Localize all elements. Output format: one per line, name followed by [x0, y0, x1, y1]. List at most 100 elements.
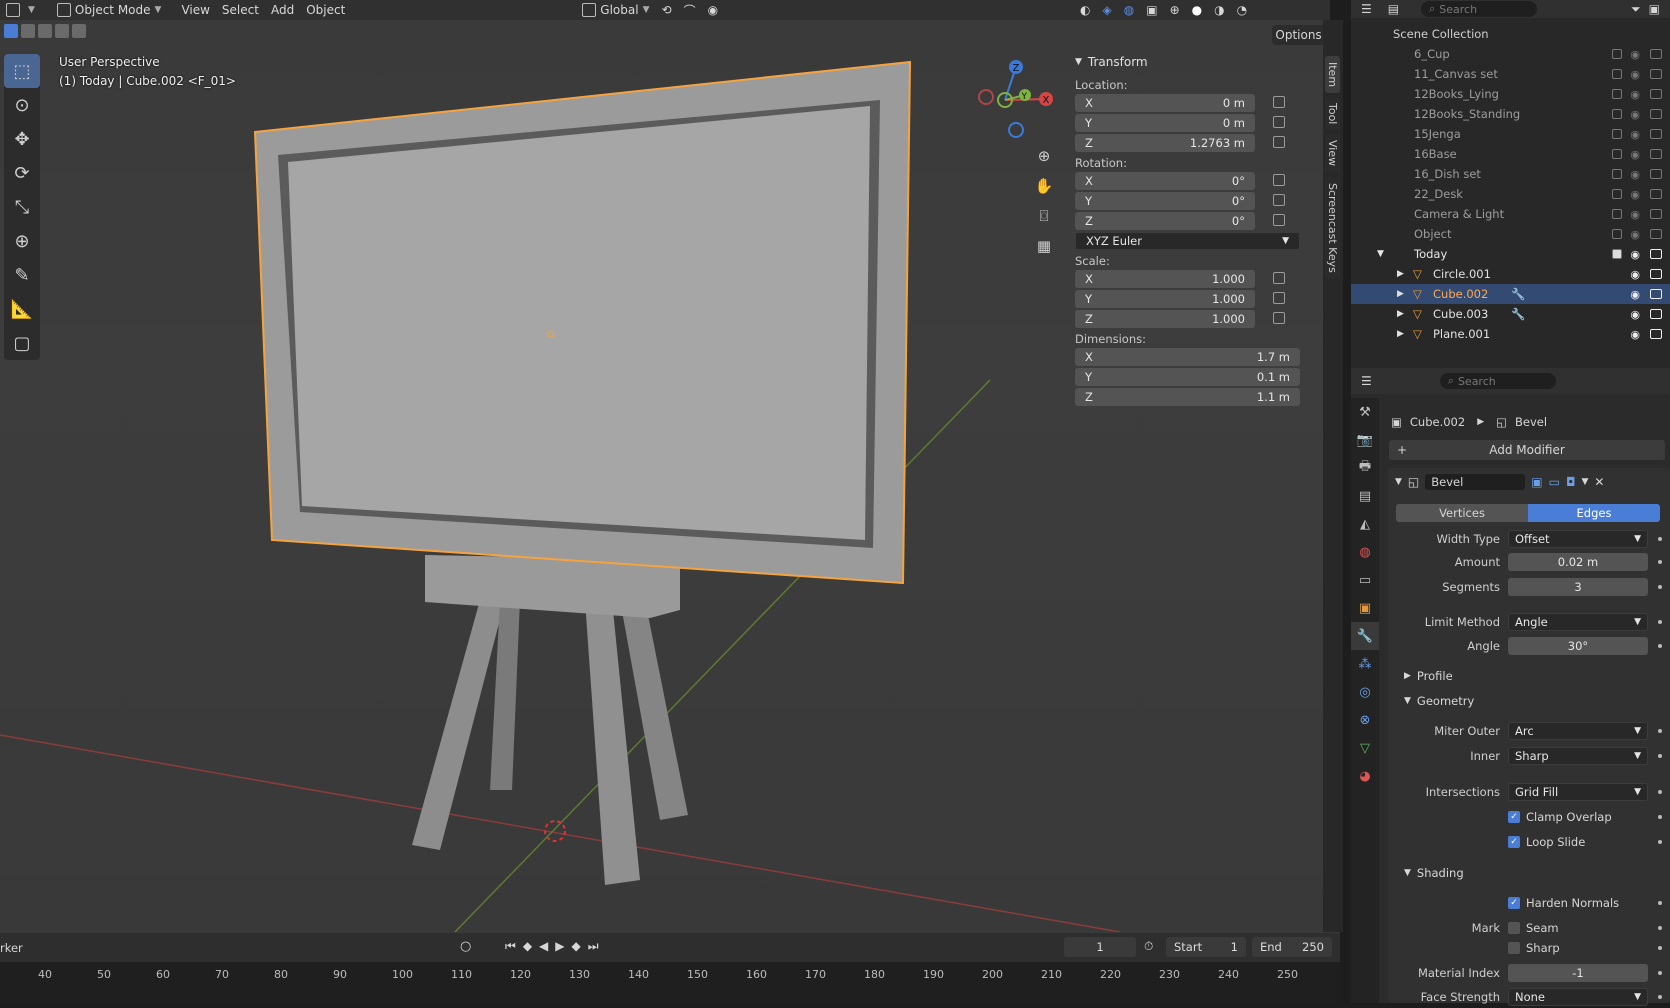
object-row[interactable]: ▶ ▽ Plane.001 ◉: [1351, 324, 1670, 344]
lock-icon[interactable]: [1273, 292, 1285, 304]
location-z-field[interactable]: Z 1.2763 m: [1075, 134, 1285, 152]
eye-icon[interactable]: ◉: [1630, 68, 1640, 81]
tool-icon[interactable]: ⚒: [1351, 398, 1379, 426]
seam-checkbox[interactable]: [1508, 922, 1520, 934]
location-y-field[interactable]: Y0 m: [1075, 114, 1285, 132]
camera-icon[interactable]: [1650, 69, 1662, 79]
shading-render-icon[interactable]: ◔: [1231, 0, 1253, 20]
collection-row[interactable]: 11_Canvas set ◉: [1351, 64, 1670, 84]
collection-row[interactable]: 22_Desk ◉: [1351, 184, 1670, 204]
eye-icon[interactable]: ◉: [1630, 88, 1640, 101]
chevron-down-icon[interactable]: ▼: [1395, 477, 1402, 487]
menu-select[interactable]: Select: [216, 0, 265, 20]
eye-icon[interactable]: ◉: [1630, 48, 1640, 61]
scene-icon[interactable]: ◭: [1351, 510, 1379, 538]
camera-icon[interactable]: [1650, 209, 1662, 219]
orientation-dropdown[interactable]: Global ▼: [576, 0, 655, 20]
dimensions-z-field[interactable]: Z 1.1 m: [1075, 388, 1300, 406]
tab-tool[interactable]: Tool: [1325, 97, 1340, 131]
world-icon[interactable]: ◍: [1351, 538, 1379, 566]
camera-icon[interactable]: [1650, 189, 1662, 199]
lock-icon[interactable]: [1273, 312, 1285, 324]
lock-icon[interactable]: [1273, 174, 1285, 186]
outliner-search-input[interactable]: ⌕ Search: [1421, 1, 1538, 17]
render-icon[interactable]: 📷: [1351, 426, 1379, 454]
collection-row[interactable]: 15Jenga ◉: [1351, 124, 1670, 144]
sharp-checkbox[interactable]: [1508, 942, 1520, 954]
limit-method-dropdown[interactable]: Angle ▼: [1508, 613, 1648, 631]
render-toggle-icon[interactable]: ◘: [1566, 475, 1576, 489]
navigation-gizmo[interactable]: Z X Y: [975, 55, 1055, 140]
stopwatch-icon[interactable]: ⏱: [1144, 939, 1153, 954]
play-reverse-icon[interactable]: ◀: [539, 939, 548, 954]
jump-end-icon[interactable]: ⏭: [588, 939, 599, 954]
display-mode-icon[interactable]: ▤: [1388, 2, 1399, 16]
mode-dropdown[interactable]: Object Mode ▼: [51, 0, 168, 20]
lock-icon[interactable]: [1273, 136, 1285, 148]
xray-icon[interactable]: ▣: [1140, 0, 1163, 20]
select-invert-icon[interactable]: [55, 24, 69, 38]
harden-normals-row[interactable]: ✓ Harden Normals: [1388, 892, 1670, 914]
object-row-selected[interactable]: ▶ ▽ Cube.002 🔧 ◉: [1351, 284, 1670, 304]
scale-y-field[interactable]: Y 1.000: [1075, 290, 1285, 308]
lock-icon[interactable]: [1273, 194, 1285, 206]
collection-icon[interactable]: ▭: [1351, 566, 1379, 594]
camera-icon[interactable]: [1650, 329, 1662, 339]
move-icon[interactable]: ✥: [4, 122, 40, 156]
transform-section-header[interactable]: ▼ Transform: [1075, 52, 1315, 72]
chevron-down-icon[interactable]: ▼: [1581, 477, 1588, 487]
eye-icon[interactable]: ◉: [1630, 328, 1640, 341]
segments-field[interactable]: 3: [1508, 578, 1648, 596]
properties-editor-icon[interactable]: ☰: [1361, 374, 1372, 388]
add-cube-icon[interactable]: ▢: [4, 326, 40, 360]
viewport-toggle-icon[interactable]: ▭: [1549, 475, 1560, 489]
collection-row[interactable]: Object ◉: [1351, 224, 1670, 244]
angle-field[interactable]: 30°: [1508, 637, 1648, 655]
width-type-dropdown[interactable]: Offset ▼: [1508, 530, 1648, 548]
lock-icon[interactable]: [1273, 116, 1285, 128]
eye-icon[interactable]: ◉: [1630, 308, 1640, 321]
shading-subpanel[interactable]: ▼ Shading: [1388, 862, 1670, 884]
geometry-subpanel[interactable]: ▼ Geometry: [1388, 690, 1670, 712]
face-strength-dropdown[interactable]: None ▼: [1508, 988, 1648, 1006]
scale-z-field[interactable]: Z 1.000: [1075, 310, 1285, 328]
menu-view[interactable]: View: [175, 0, 215, 20]
output-icon[interactable]: 🖶: [1351, 454, 1379, 482]
rotation-y-field[interactable]: Y 0°: [1075, 192, 1285, 210]
end-frame-field[interactable]: End 250: [1252, 937, 1332, 957]
dimensions-x-field[interactable]: X 1.7 m: [1075, 348, 1300, 366]
rotation-mode-dropdown[interactable]: XYZ Euler ▼: [1075, 232, 1300, 250]
eye-icon[interactable]: ◉: [1630, 188, 1640, 201]
cursor-icon[interactable]: ⊙: [4, 88, 40, 122]
start-frame-field[interactable]: Start 1: [1166, 937, 1246, 957]
filter-icon[interactable]: ⏷: [1631, 2, 1641, 17]
intersections-dropdown[interactable]: Grid Fill ▼: [1508, 783, 1648, 801]
collection-row[interactable]: 16_Dish set ◉: [1351, 164, 1670, 184]
rotate-icon[interactable]: ⟳: [4, 156, 40, 190]
camera-icon[interactable]: [1650, 89, 1662, 99]
select-new-icon[interactable]: [4, 24, 18, 38]
tab-view[interactable]: View: [1325, 134, 1340, 173]
lock-icon[interactable]: [1273, 214, 1285, 226]
select-subtract-icon[interactable]: [38, 24, 52, 38]
camera-icon[interactable]: [1650, 229, 1662, 239]
timeline-ruler[interactable]: 40 50 60 70 80 90 100 110 120 130 140 150 160 170 180 1…: [0, 962, 1340, 1003]
pivot-icon[interactable]: ⟲: [655, 0, 677, 20]
mark-sharp-row[interactable]: Sharp: [1388, 937, 1670, 959]
constraints-icon[interactable]: ⊗: [1351, 706, 1379, 734]
edges-tab[interactable]: Edges: [1528, 504, 1660, 522]
lock-icon[interactable]: [1273, 96, 1285, 108]
pan-icon[interactable]: ✋: [1030, 171, 1058, 201]
camera-icon[interactable]: [1650, 309, 1662, 319]
play-icon[interactable]: ▶: [555, 939, 564, 954]
select-box-icon[interactable]: ⬚: [4, 54, 40, 88]
camera-icon[interactable]: [1650, 169, 1662, 179]
eye-icon[interactable]: ◉: [1630, 268, 1640, 281]
shading-material-icon[interactable]: ◑: [1208, 0, 1230, 20]
rotation-z-field[interactable]: Z 0°: [1075, 212, 1285, 230]
modifier-name-input[interactable]: Bevel: [1425, 474, 1526, 490]
lock-icon[interactable]: [1273, 272, 1285, 284]
next-keyframe-icon[interactable]: ◆: [572, 939, 581, 954]
camera-icon[interactable]: [1650, 149, 1662, 159]
camera-icon[interactable]: [1650, 109, 1662, 119]
